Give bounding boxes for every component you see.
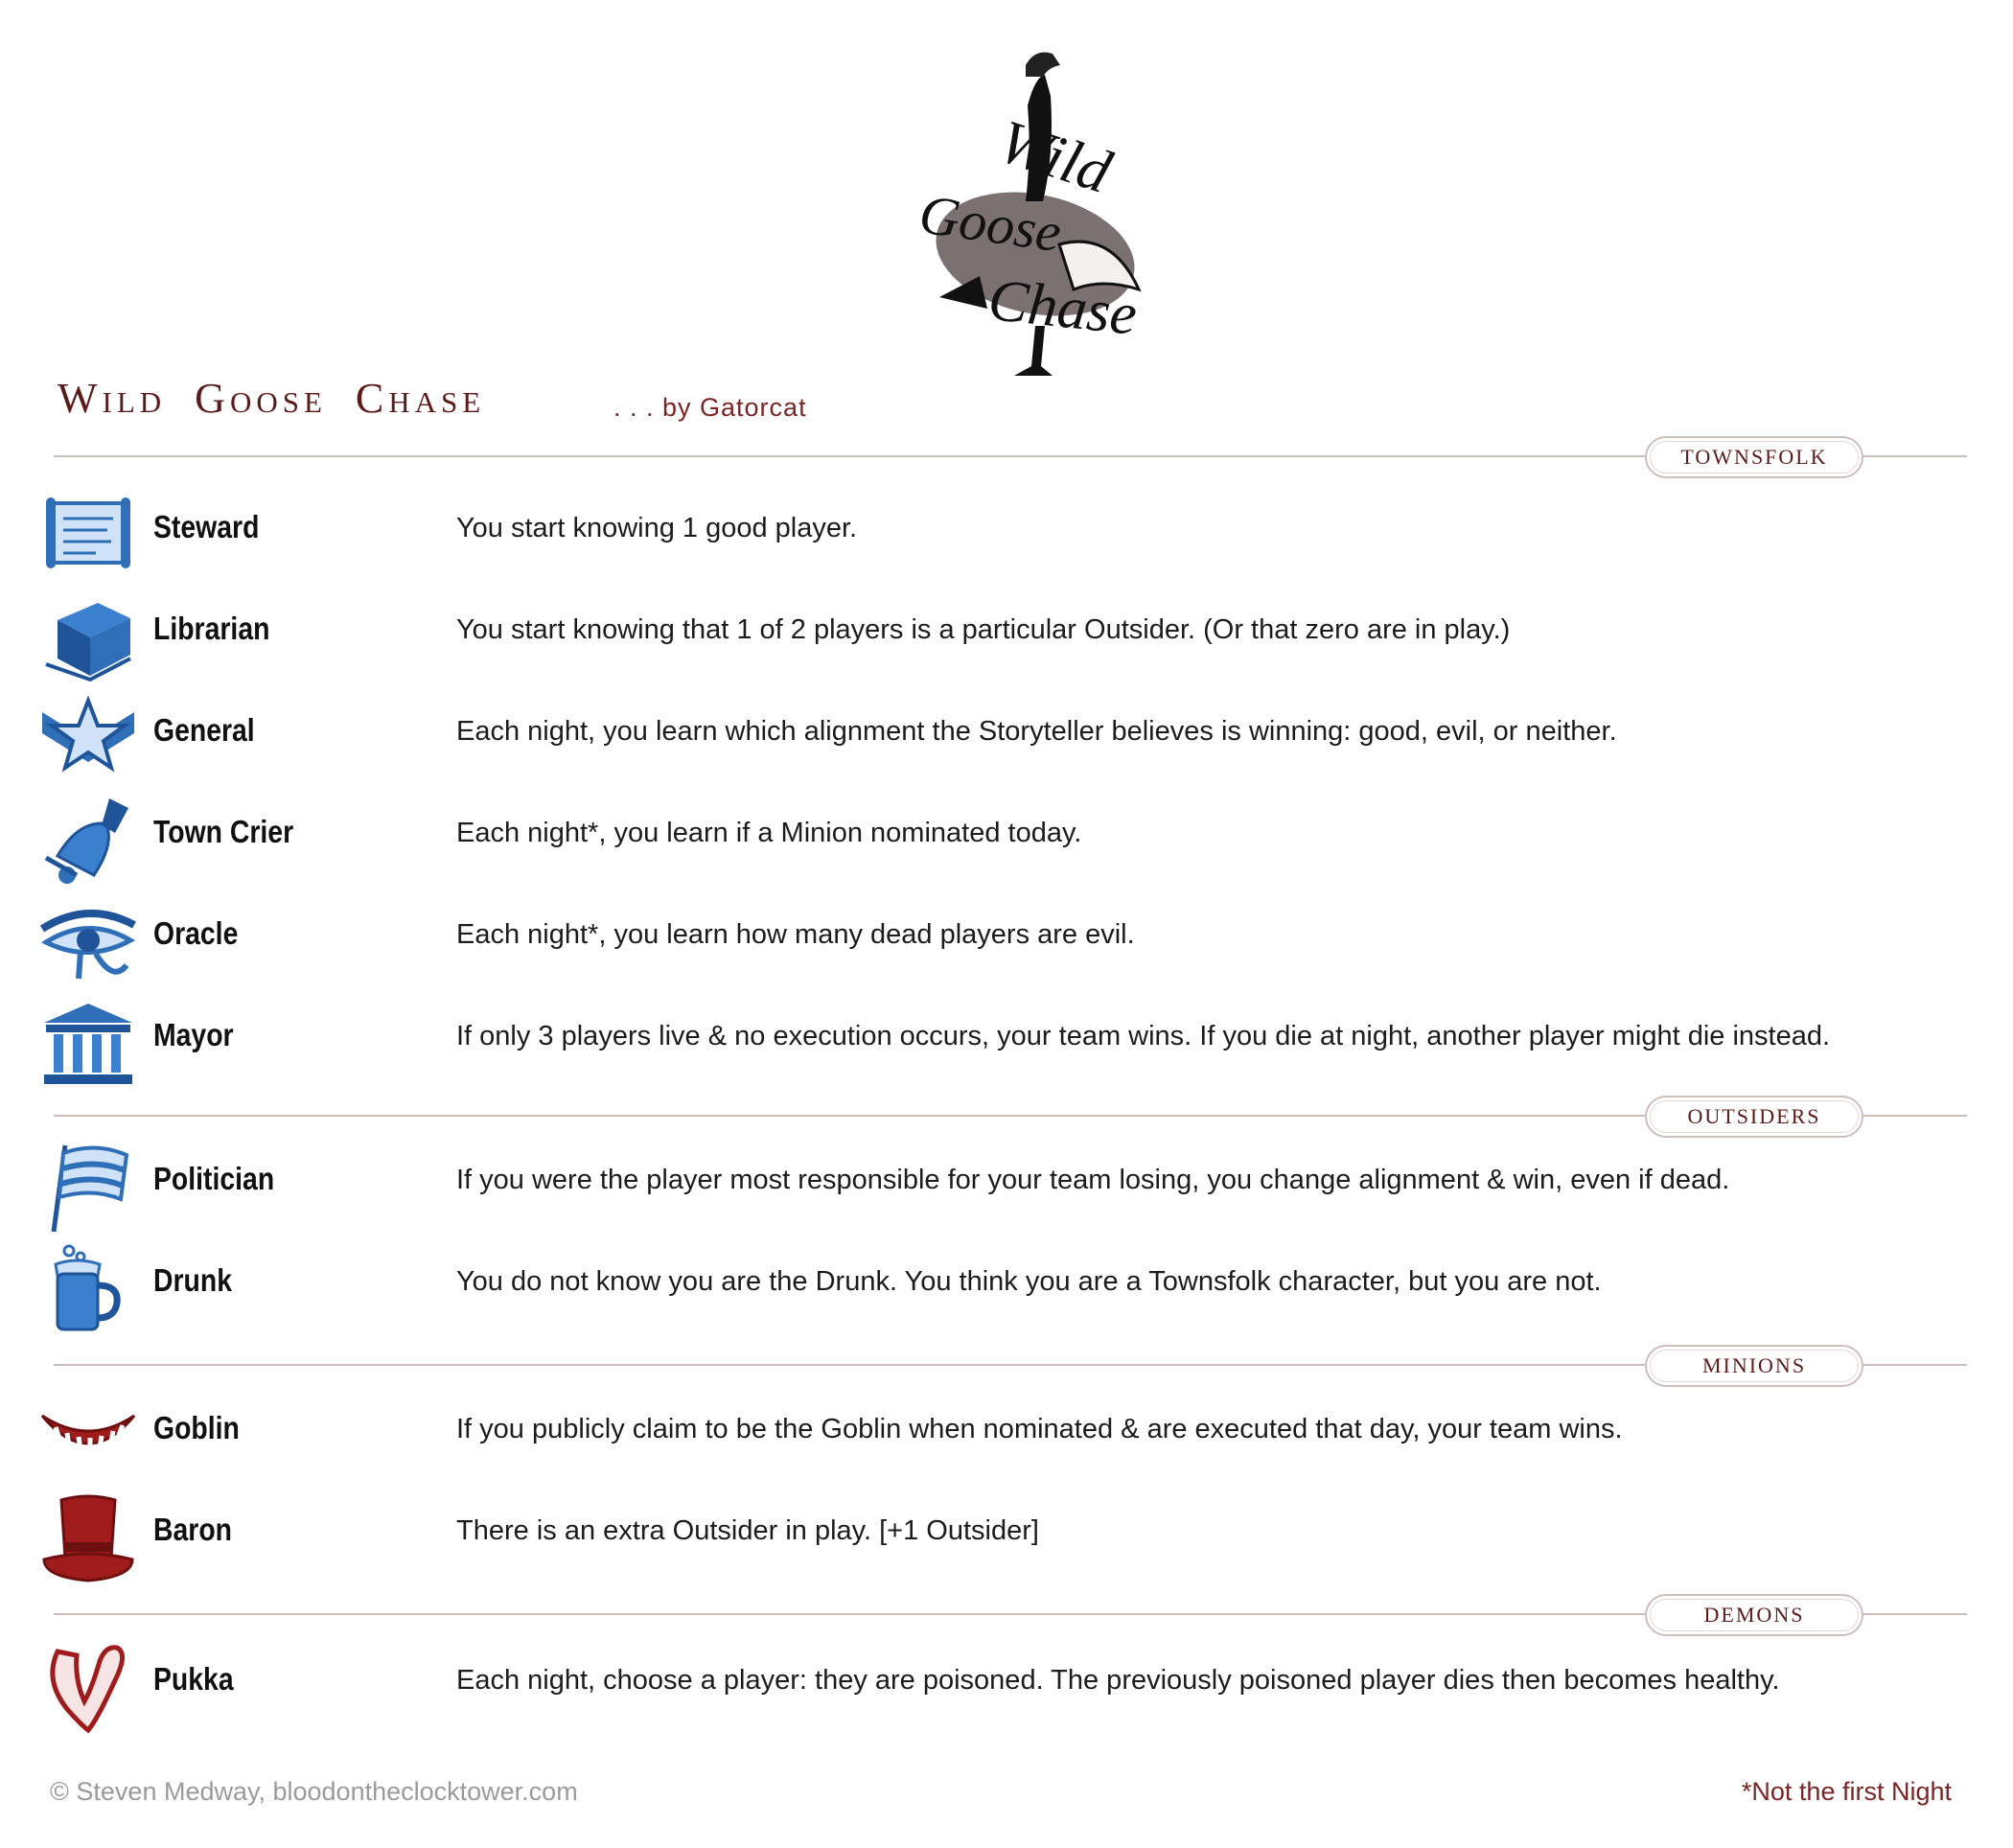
character-ability: There is an extra Outsider in play. [+1 … [456,1515,1039,1546]
grin-icon [40,1414,136,1451]
character-name: Steward [153,509,260,544]
night-footnote: *Not the first Night [1741,1777,1952,1806]
section-outsiders: Outsiders Politician If you were the pla… [51,1096,1967,1364]
section-demons: Demons Pukka Each night, choose a player… [50,1594,1967,1757]
character-name: Librarian [153,611,270,646]
character-name: Politician [153,1161,275,1196]
bell-icon [44,798,128,884]
team-label-townsfolk: Townsfolk [1645,436,1863,478]
flag-icon [51,1144,129,1233]
character-ability: You start knowing 1 good player. [456,513,858,543]
character-name: Baron [153,1512,232,1547]
character-row-drunk: Drunk You do not know you are the Drunk.… [38,1243,1955,1335]
top-hat-icon [42,1494,134,1582]
logo-word-1: Wild [991,106,1120,206]
character-row-steward: Steward You start knowing 1 good player. [38,490,1955,582]
book-icon [45,603,131,682]
scroll-icon [46,497,130,568]
character-ability: Each night, choose a player: they are po… [456,1665,1780,1696]
character-name: Drunk [153,1262,232,1298]
character-ability: You do not know you are the Drunk. You t… [456,1266,1602,1297]
section-minions: Minions Goblin If you publicly claim to … [40,1345,1967,1613]
eye-icon [39,909,136,980]
star-chevron-icon [42,695,134,773]
copyright-notice: © Steven Medway, bloodontheclocktower.co… [50,1777,578,1806]
character-ability: If only 3 players live & no execution oc… [456,1021,1831,1051]
character-row-town-crier: Town Crier Each night*, you learn if a M… [38,795,1955,887]
character-row-general: General Each night, you learn which alig… [38,693,1955,785]
wild-goose-chase-logo: Wild Goose Chase [915,52,1142,376]
character-row-oracle: Oracle Each night*, you learn how many d… [38,896,1955,988]
team-label-outsiders: Outsiders [1645,1096,1863,1138]
character-ability: If you were the player most responsible … [456,1165,1730,1195]
character-ability: Each night, you learn which alignment th… [456,716,1617,747]
character-row-mayor: Mayor If only 3 players live & no execut… [38,998,1955,1090]
character-ability: Each night*, you learn if a Minion nomin… [456,818,1082,848]
character-ability: If you publicly claim to be the Goblin w… [456,1414,1623,1444]
character-row-goblin: Goblin If you publicly claim to be the G… [38,1391,1955,1483]
character-ability: You start knowing that 1 of 2 players is… [456,614,1511,645]
fang-icon [50,1645,125,1734]
character-name: Town Crier [153,814,294,849]
script-title: Wild Goose Chase [58,375,486,422]
character-ability: Each night*, you learn how many dead pla… [456,919,1135,950]
character-name: Pukka [153,1661,234,1697]
team-label-minions: Minions [1645,1345,1863,1387]
character-row-librarian: Librarian You start knowing that 1 of 2 … [38,591,1955,683]
character-name: Mayor [153,1017,234,1052]
temple-icon [44,1004,132,1084]
script-author: . . . by Gatorcat [613,393,807,422]
character-name: General [153,712,255,748]
team-label-demons: Demons [1645,1594,1863,1636]
character-row-pukka: Pukka Each night, choose a player: they … [38,1642,1955,1734]
goose-head [1026,52,1060,77]
character-name: Goblin [153,1410,240,1445]
character-row-politician: Politician If you were the player most r… [38,1142,1955,1234]
section-townsfolk: Townsfolk Steward You start knowing 1 go… [39,436,1967,1107]
character-name: Oracle [153,915,239,951]
beer-mug-icon [54,1244,121,1331]
character-row-baron: Baron There is an extra Outsider in play… [38,1492,1955,1584]
